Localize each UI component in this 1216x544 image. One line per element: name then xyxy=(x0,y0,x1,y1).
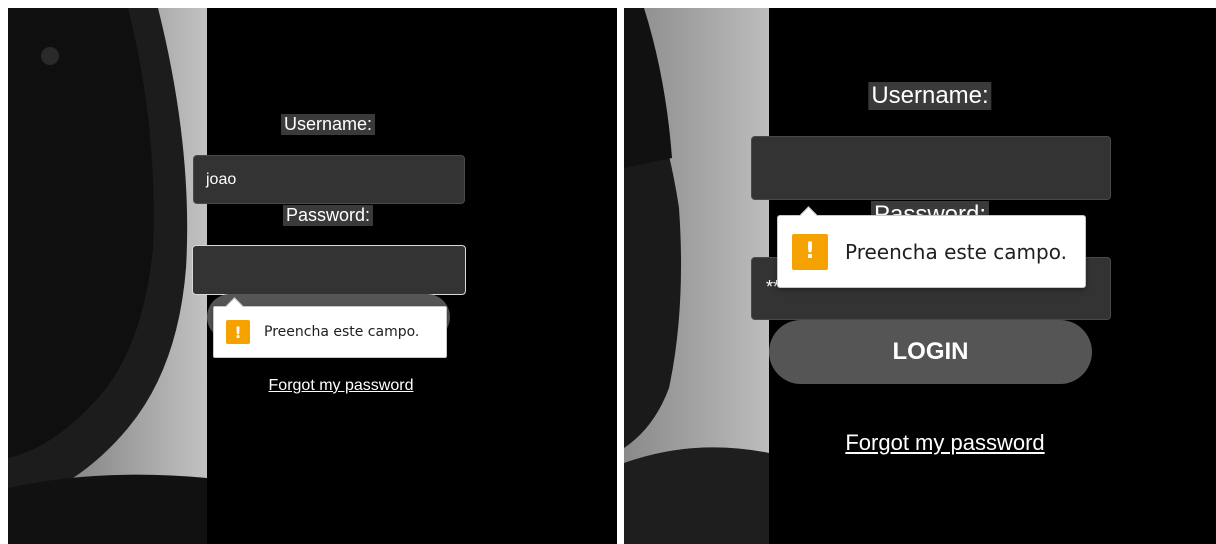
login-button[interactable]: LOGIN xyxy=(769,320,1092,384)
password-input[interactable] xyxy=(192,245,466,295)
background-photo xyxy=(624,8,769,544)
silhouette-image xyxy=(624,8,769,544)
validation-tooltip: ! Preencha este campo. xyxy=(213,306,447,358)
username-label: Username: xyxy=(868,82,992,110)
password-label: Password: xyxy=(282,205,374,226)
background-photo xyxy=(8,8,207,544)
login-screen-right: Username: Password: **** LOGIN ! Preench… xyxy=(624,8,1216,544)
username-label: Username: xyxy=(280,114,376,135)
warning-icon: ! xyxy=(226,320,250,344)
username-input[interactable] xyxy=(751,136,1111,200)
silhouette-image xyxy=(8,8,207,544)
login-screen-left: Username: joao Password: ! Preencha este… xyxy=(8,8,617,544)
warning-icon: ! xyxy=(792,233,828,270)
forgot-password-link[interactable]: Forgot my password xyxy=(269,377,414,395)
username-input[interactable]: joao xyxy=(193,155,465,204)
tooltip-text: Preencha este campo. xyxy=(264,324,420,340)
validation-tooltip: ! Preencha este campo. xyxy=(777,215,1086,288)
tooltip-text: Preencha este campo. xyxy=(845,239,1067,264)
forgot-password-link[interactable]: Forgot my password xyxy=(845,430,1044,456)
